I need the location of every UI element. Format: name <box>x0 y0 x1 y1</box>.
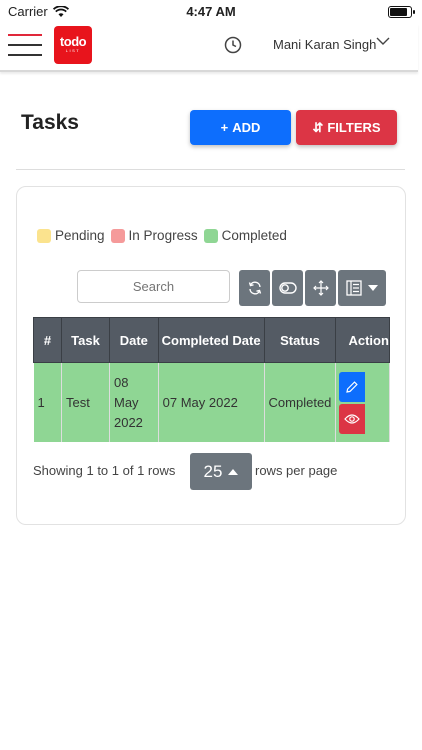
column-header-completed-date[interactable]: Completed Date <box>157 317 265 363</box>
search-input[interactable] <box>77 270 230 303</box>
battery-icon <box>388 6 415 18</box>
pencil-icon <box>346 381 359 393</box>
column-header-date[interactable]: Date <box>108 317 159 363</box>
move-arrows-icon <box>312 280 329 296</box>
column-header-task[interactable]: Task <box>61 317 110 363</box>
tasks-card: Pending In Progress Completed Search # T… <box>16 186 406 525</box>
columns-list-icon <box>346 280 362 296</box>
fullscreen-button[interactable] <box>305 270 336 306</box>
columns-button[interactable] <box>338 270 386 306</box>
page-title: Tasks <box>21 111 79 134</box>
cell-date: 08 May 2022 <box>109 362 159 442</box>
add-button[interactable]: + ADD <box>190 110 291 145</box>
battery-level <box>390 8 408 16</box>
app-header: todo LIST Mani Karan Singh <box>0 24 418 72</box>
table-row[interactable]: 1 Test 08 May 2022 07 May 2022 Completed <box>33 362 390 442</box>
legend-completed: Completed <box>203 228 287 243</box>
user-name[interactable]: Mani Karan Singh <box>273 37 376 52</box>
legend-swatch-completed <box>203 228 218 243</box>
chevron-down-icon[interactable] <box>376 36 390 46</box>
tasks-table-container[interactable]: # Task Date Completed Date Status Action… <box>33 317 390 442</box>
clock-time: 4:47 AM <box>186 4 236 19</box>
clock-icon[interactable] <box>224 36 242 54</box>
divider <box>16 169 405 170</box>
column-header-action[interactable]: Action <box>335 317 390 363</box>
sort-arrows-icon: ⇵ <box>312 119 324 135</box>
toggle-icon <box>278 282 297 294</box>
status-bar: Carrier 4:47 AM <box>0 0 422 24</box>
eye-icon <box>344 414 361 424</box>
column-header-status[interactable]: Status <box>263 317 337 363</box>
pagination-info: Showing 1 to 1 of 1 rows <box>33 463 176 478</box>
rows-per-page-label: rows per page <box>255 463 338 478</box>
plus-icon: + <box>220 120 229 135</box>
cell-actions <box>335 362 390 442</box>
page-size-value: 25 <box>203 461 223 481</box>
cell-status: Completed <box>264 362 337 442</box>
legend-swatch-in-progress <box>110 228 125 243</box>
refresh-button[interactable] <box>239 270 270 306</box>
legend-label-in-progress: In Progress <box>128 228 198 243</box>
caret-down-icon <box>368 285 378 291</box>
edit-button[interactable] <box>339 372 366 402</box>
page-size-select[interactable]: 25 <box>190 453 252 490</box>
filters-button[interactable]: ⇵ FILTERS <box>296 110 397 145</box>
app-logo[interactable]: todo LIST <box>54 26 92 64</box>
legend-pending: Pending <box>37 228 105 243</box>
legend-swatch-pending <box>37 228 51 243</box>
logo-text: todo <box>59 34 87 49</box>
table-header-row: # Task Date Completed Date Status Action <box>33 317 390 363</box>
caret-up-icon <box>228 468 239 475</box>
cell-number: 1 <box>33 362 63 442</box>
legend-in-progress: In Progress <box>110 228 198 243</box>
view-button[interactable] <box>339 404 366 434</box>
toggle-view-button[interactable] <box>272 270 303 306</box>
tasks-table: # Task Date Completed Date Status Action… <box>33 317 390 442</box>
logo-subtext: LIST <box>65 48 81 53</box>
add-button-label: ADD <box>232 120 261 135</box>
filters-button-label: FILTERS <box>327 120 381 135</box>
column-header-number[interactable]: # <box>33 317 63 363</box>
legend-label-pending: Pending <box>55 228 105 243</box>
cell-task: Test <box>61 362 110 442</box>
cell-completed-date: 07 May 2022 <box>158 362 265 442</box>
menu-icon[interactable] <box>8 34 42 56</box>
status-legend: Pending In Progress Completed <box>37 228 293 243</box>
refresh-icon <box>248 281 261 295</box>
legend-label-completed: Completed <box>221 228 287 243</box>
table-toolbar <box>239 270 386 306</box>
